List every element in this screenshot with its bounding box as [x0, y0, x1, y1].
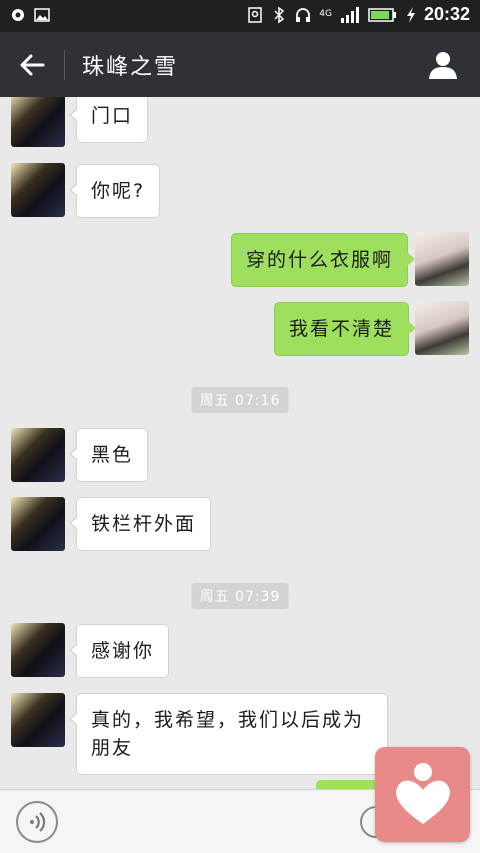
notification-icon [12, 9, 24, 21]
signal-icon [340, 6, 359, 23]
message-bubble-received[interactable]: 铁栏杆外面 [68, 497, 212, 551]
message-bubble-sent[interactable]: 我看不清楚 [274, 302, 417, 356]
status-bar: 4G 20:32 [0, 0, 480, 32]
contact-avatar[interactable] [11, 497, 65, 551]
profile-button[interactable] [426, 48, 460, 82]
timestamp: 周五 07:39 [191, 583, 289, 609]
contact-name: 珠峰之雪 [82, 55, 179, 80]
contact-avatar[interactable] [11, 97, 65, 147]
arrow-left-icon [20, 54, 45, 76]
contact-avatar[interactable] [11, 163, 65, 217]
chat-header: 珠峰之雪 [0, 32, 480, 97]
headset-icon [296, 7, 311, 22]
charging-icon [406, 6, 415, 23]
message-bubble-received[interactable]: 门口 [68, 97, 149, 143]
message-bubble-received[interactable]: 真的，我希望，我们以后成为朋友 [69, 693, 388, 775]
my-avatar[interactable] [415, 301, 469, 355]
floating-widget-button[interactable] [375, 747, 470, 842]
message-bubble-sent-partial[interactable] [316, 780, 378, 789]
chat-area[interactable]: 门口 你呢? 穿的什么衣服啊 我看不清楚 周五 07:16 黑色 铁栏杆外面 周… [0, 97, 480, 789]
battery-icon [368, 7, 396, 22]
contact-avatar[interactable] [11, 623, 65, 677]
clock: 20:32 [423, 4, 470, 24]
voice-icon [30, 812, 46, 832]
bluetooth-icon [274, 6, 285, 23]
timestamp: 周五 07:16 [191, 387, 289, 413]
message-bubble-sent[interactable]: 穿的什么衣服啊 [231, 233, 416, 287]
person-icon [429, 52, 457, 79]
message-bubble-received[interactable]: 你呢? [68, 164, 161, 218]
header-divider [64, 50, 65, 80]
my-avatar[interactable] [415, 232, 469, 286]
network-label: 4G [319, 9, 332, 19]
back-button[interactable] [12, 46, 52, 84]
contact-avatar[interactable] [11, 428, 65, 482]
location-icon [248, 6, 262, 23]
message-bubble-received[interactable]: 黑色 [68, 428, 149, 482]
message-input[interactable] [72, 802, 352, 842]
contact-avatar[interactable] [11, 693, 65, 747]
image-icon [34, 8, 50, 22]
heart-person-icon [395, 762, 450, 824]
voice-button[interactable] [16, 801, 58, 843]
message-bubble-received[interactable]: 感谢你 [68, 624, 170, 678]
